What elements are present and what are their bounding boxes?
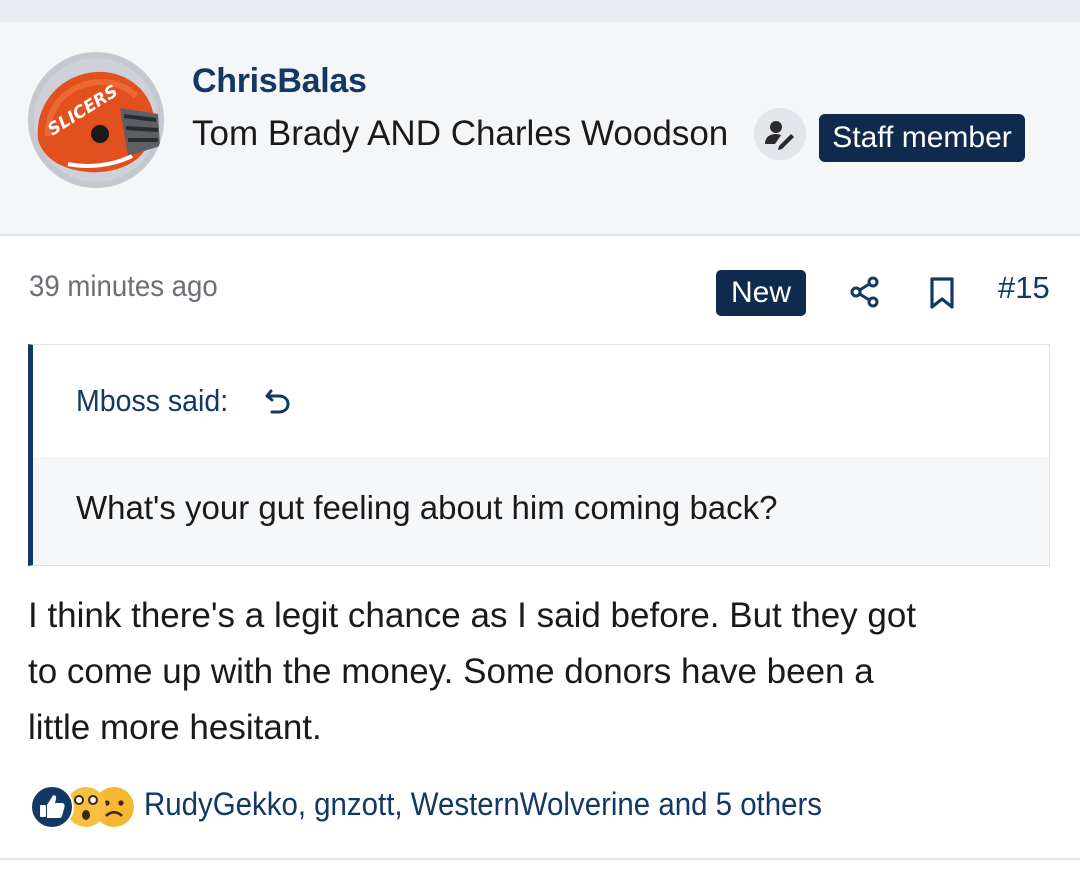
post-number-link[interactable]: #15 (998, 270, 1050, 306)
user-avatar[interactable]: SLICERS (28, 52, 164, 188)
like-icon (30, 785, 74, 829)
post-line: to come up with the money. Some donors h… (28, 652, 874, 691)
post-content: I think there's a legit chance as I said… (28, 588, 1038, 756)
staff-member-badge: Staff member (819, 114, 1025, 162)
user-banner: SLICERS ChrisBalas Tom Brady AND Charles… (0, 22, 1080, 236)
username-link[interactable]: ChrisBalas (192, 62, 367, 101)
share-icon[interactable] (848, 275, 882, 309)
reaction-users-link[interactable]: RudyGekko, gnzott, WesternWolverine and … (144, 786, 822, 823)
go-to-quote-icon[interactable] (263, 385, 293, 415)
bookmark-icon[interactable] (928, 276, 956, 310)
quote-author[interactable]: Mboss said: (76, 383, 228, 419)
quote-header[interactable]: Mboss said: (33, 345, 1049, 457)
post-line: I think there's a legit chance as I said… (28, 596, 917, 635)
helmet-avatar-icon: SLICERS (28, 52, 164, 188)
post-divider (0, 858, 1080, 860)
post-line: little more hesitant. (28, 708, 322, 747)
reaction-icons[interactable] (28, 783, 138, 831)
post-timestamp[interactable]: 39 minutes ago (29, 270, 218, 304)
user-title: Tom Brady AND Charles Woodson (192, 114, 729, 153)
user-edit-icon (765, 121, 794, 150)
quote-block: Mboss said: What's your gut feeling abou… (28, 344, 1050, 566)
quote-text: What's your gut feeling about him coming… (76, 489, 778, 526)
editor-badge (754, 108, 806, 160)
quote-body: What's your gut feeling about him coming… (33, 457, 1049, 565)
top-bar (0, 0, 1080, 22)
new-badge: New (716, 270, 806, 316)
